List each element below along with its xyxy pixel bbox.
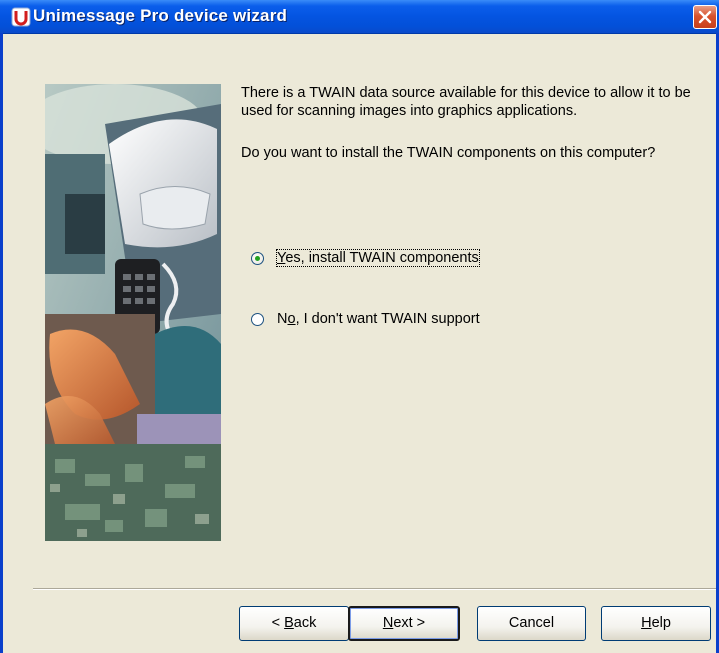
next-button[interactable]: Next >	[348, 606, 460, 641]
back-button[interactable]: < Back	[239, 606, 349, 641]
radio-button-no[interactable]	[251, 313, 264, 326]
question-text: Do you want to install the TWAIN compone…	[241, 145, 656, 161]
cancel-button[interactable]: Cancel	[477, 606, 586, 641]
radio-button-yes[interactable]	[251, 252, 264, 265]
window-title: Unimessage Pro device wizard	[33, 6, 288, 25]
close-icon	[698, 10, 712, 24]
wizard-side-image	[45, 84, 221, 541]
close-button[interactable]	[693, 5, 717, 29]
separator	[33, 588, 716, 590]
radio-label-yes[interactable]: Yes, install TWAIN components	[276, 249, 480, 267]
intro-text: There is a TWAIN data source available f…	[241, 85, 691, 119]
window-frame-left	[0, 33, 3, 653]
title-bar[interactable]: Unimessage Pro device wizard	[0, 0, 719, 34]
app-icon	[11, 7, 31, 27]
help-button[interactable]: Help	[601, 606, 711, 641]
radio-label-no[interactable]: No, I don't want TWAIN support	[277, 311, 480, 327]
